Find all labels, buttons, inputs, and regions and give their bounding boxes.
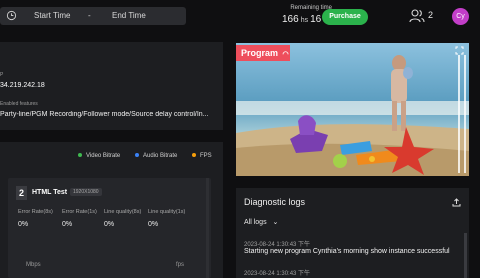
metric-value: 0%: [104, 221, 115, 228]
metric-value: 0%: [62, 221, 73, 228]
audio-bitrate-dot: [135, 153, 139, 158]
log-timestamp: 2023-08-24 1:30:43 下午: [244, 242, 311, 248]
start-time-field[interactable]: Start Time: [34, 11, 70, 20]
legend-video-bitrate: Video Bitrate: [78, 153, 120, 159]
metric-value: 0%: [18, 221, 29, 228]
metric-label: Line quality(1s): [148, 209, 186, 215]
program-slider-track[interactable]: [464, 55, 466, 173]
expand-icon[interactable]: [455, 46, 464, 55]
metric-value: 0%: [148, 221, 159, 228]
program-slider-track[interactable]: [458, 55, 460, 173]
logs-scrollbar[interactable]: [464, 233, 467, 278]
enabled-features-value: Party-line/PGM Recording/Follower mode/S…: [0, 111, 209, 118]
metric-label: Error Rate(1s): [62, 209, 97, 215]
export-icon[interactable]: [452, 198, 461, 207]
remaining-minutes: 16: [310, 14, 322, 25]
headphones-icon: ◠: [282, 51, 289, 58]
stats-scrollbar[interactable]: [206, 178, 209, 278]
diagnostic-logs-title: Diagnostic logs: [244, 197, 306, 207]
ip-label: P: [0, 72, 4, 78]
program-label-text: Program: [241, 48, 279, 58]
log-filter-label: All logs: [244, 219, 267, 226]
chevron-down-icon: ⌄: [272, 219, 279, 226]
video-bitrate-dot: [78, 153, 82, 158]
log-message: Starting new program Cynthia's morning s…: [244, 248, 450, 255]
people-count: 2: [428, 10, 434, 20]
enabled-features-label: Enabled features: [0, 101, 38, 107]
metric-label: Error Rate(8s): [18, 209, 53, 215]
legend-fps: FPS: [192, 153, 212, 159]
metric-label: Line quality(8s): [104, 209, 142, 215]
remaining-hours: 166: [282, 14, 299, 25]
stream-number-badge: 2: [16, 186, 27, 200]
purchase-button[interactable]: Purchase: [322, 9, 368, 25]
legend-label: Video Bitrate: [86, 153, 121, 159]
end-time-field[interactable]: End Time: [112, 11, 146, 20]
fps-dot: [192, 153, 196, 158]
ip-address: 34.219.242.18: [0, 82, 45, 89]
program-label: Program ◠: [236, 45, 290, 61]
clock-icon: [6, 10, 17, 21]
legend-audio-bitrate: Audio Bitrate: [135, 153, 177, 159]
log-filter-dropdown[interactable]: All logs ⌄: [244, 218, 278, 226]
people-icon[interactable]: [409, 9, 425, 23]
program-preview[interactable]: [236, 43, 469, 176]
stream-name: HTML Test: [32, 189, 68, 196]
time-range-picker[interactable]: Start Time - End Time: [0, 7, 186, 25]
legend-label: Audio Bitrate: [143, 153, 178, 159]
hours-unit: hs: [300, 17, 309, 24]
right-axis-unit: fps: [176, 262, 185, 268]
range-separator: -: [88, 11, 91, 20]
left-axis-unit: Mbps: [26, 262, 41, 268]
log-timestamp: 2023-08-24 1:30:43 下午: [244, 271, 311, 277]
avatar[interactable]: Cy: [452, 8, 469, 25]
resolution-badge: 1920X1080: [70, 188, 102, 196]
legend-label: FPS: [200, 153, 212, 159]
